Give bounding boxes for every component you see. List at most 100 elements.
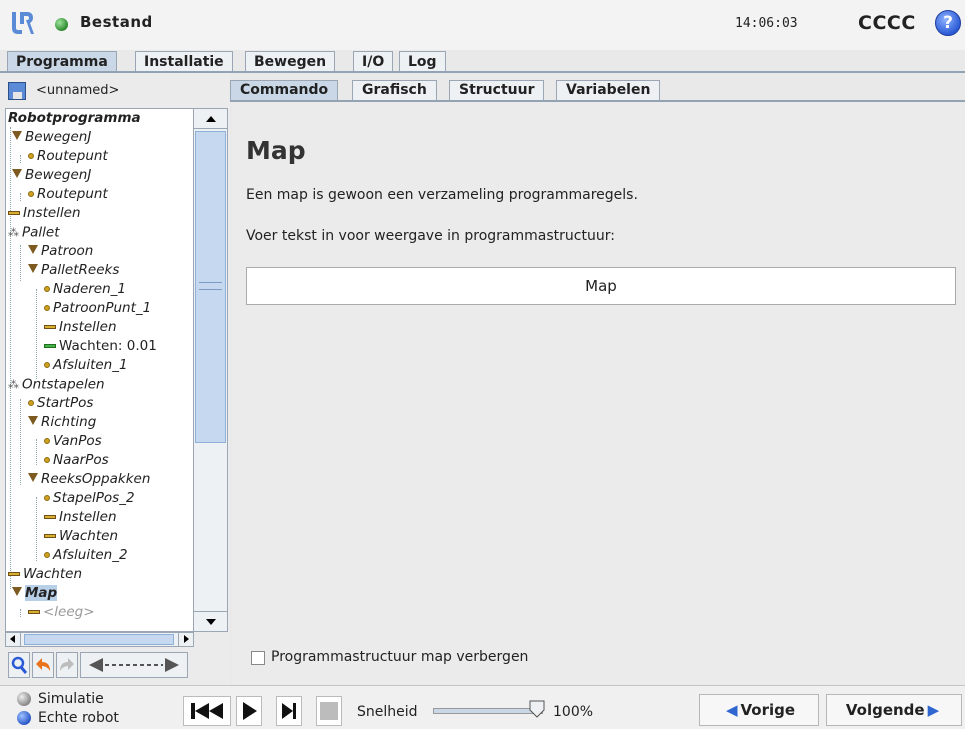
scroll-thumb[interactable] <box>195 131 226 443</box>
tree-connector <box>20 609 21 617</box>
waypoint-icon <box>28 400 34 406</box>
tree-node[interactable]: Instellen <box>44 318 117 337</box>
rewind-button[interactable] <box>183 696 231 726</box>
page-title: Map <box>246 136 306 165</box>
tree-node[interactable]: PalletReeks <box>28 261 119 280</box>
tree-node[interactable]: <leeg> <box>28 603 95 622</box>
speed-slider[interactable] <box>433 708 543 714</box>
tab-graphics[interactable]: Grafisch <box>352 80 437 101</box>
waypoint-icon <box>44 305 50 311</box>
folder-name-input[interactable]: Map <box>246 267 956 305</box>
tree-node[interactable]: Naderen_1 <box>44 280 126 299</box>
real-robot-label[interactable]: Echte robot <box>38 710 119 726</box>
tree-connector <box>36 497 37 561</box>
top-bar: Bestand 14:06:03 CCCC ? <box>0 0 965 50</box>
tree-node[interactable]: Afsluiten_2 <box>44 546 128 565</box>
tree-horizontal-scrollbar[interactable] <box>5 632 194 647</box>
tree-node[interactable]: ⁂ Ontstapelen <box>8 375 105 394</box>
tree-node[interactable]: StartPos <box>28 394 93 413</box>
tab-variables[interactable]: Variabelen <box>556 80 661 101</box>
tab-program[interactable]: Programma <box>7 51 117 72</box>
tree-node[interactable]: Patroon <box>28 242 93 261</box>
tab-command[interactable]: Commando <box>230 80 339 101</box>
speed-value: 100% <box>553 704 594 720</box>
set-icon <box>8 211 20 215</box>
tree-node[interactable]: BewegenJ <box>12 166 91 185</box>
tree-node-selected[interactable]: Map <box>12 584 58 603</box>
tree-connector <box>20 155 21 163</box>
move-arrows-icon <box>89 658 179 672</box>
waypoint-icon <box>44 438 50 444</box>
set-icon <box>44 534 56 538</box>
tree-node[interactable]: Richting <box>28 413 96 432</box>
move-icon <box>28 473 38 482</box>
speed-slider-thumb[interactable] <box>528 700 546 718</box>
tree-node[interactable]: Instellen <box>8 204 81 223</box>
tree-node-root[interactable]: Robotprogramma <box>8 109 141 128</box>
menu-file[interactable]: Bestand <box>80 13 153 31</box>
search-button[interactable] <box>8 652 30 678</box>
tree-node[interactable]: NaarPos <box>44 451 109 470</box>
play-button[interactable] <box>236 696 262 726</box>
tree-connector <box>20 245 21 281</box>
program-tree[interactable]: Robotprogramma BewegenJ Routepunt Bewege… <box>5 108 194 632</box>
move-icon <box>28 245 38 254</box>
hide-structure-label[interactable]: Programmastructuur map verbergen <box>271 649 528 665</box>
scroll-right-button[interactable] <box>178 633 193 646</box>
waypoint-icon <box>44 495 50 501</box>
hide-structure-checkbox[interactable] <box>251 651 265 665</box>
tab-structure[interactable]: Structuur <box>449 80 545 101</box>
folder-icon <box>12 587 22 596</box>
next-button[interactable]: Volgende ▶ <box>826 694 962 726</box>
simulation-label[interactable]: Simulatie <box>38 691 104 707</box>
tree-node[interactable]: Wachten <box>8 565 82 584</box>
save-icon[interactable] <box>8 82 26 100</box>
tree-connector <box>36 439 37 465</box>
set-icon <box>44 515 56 519</box>
redo-button[interactable] <box>56 652 78 678</box>
scroll-left-button[interactable] <box>6 633 21 646</box>
previous-button[interactable]: ◀ Vorige <box>699 694 819 726</box>
move-icon <box>28 264 38 273</box>
folder-name-label: Voer tekst in voor weergave in programma… <box>246 228 615 244</box>
tree-connector <box>20 193 21 201</box>
tree-node[interactable]: Instellen <box>44 508 117 527</box>
move-icon <box>12 131 22 140</box>
tab-installation[interactable]: Installatie <box>135 51 233 72</box>
help-icon[interactable]: ? <box>935 10 961 36</box>
set-icon <box>28 610 40 614</box>
tab-move[interactable]: Bewegen <box>245 51 336 72</box>
redo-icon <box>60 658 74 671</box>
tree-node[interactable]: Wachten: 0.01 <box>44 337 157 356</box>
tree-connector <box>10 127 11 589</box>
ur-logo-icon <box>12 12 34 34</box>
tree-vertical-scrollbar[interactable] <box>193 108 228 632</box>
scroll-thumb[interactable] <box>24 634 174 645</box>
move-node-button[interactable] <box>80 652 188 678</box>
tab-log[interactable]: Log <box>399 51 446 72</box>
scroll-up-button[interactable] <box>194 109 227 129</box>
tree-node[interactable]: Routepunt <box>28 185 108 204</box>
tree-node[interactable]: PatroonPunt_1 <box>44 299 151 318</box>
tree-node[interactable]: ReeksOppakken <box>28 470 150 489</box>
tree-node[interactable]: Routepunt <box>28 147 108 166</box>
tree-node[interactable]: Wachten <box>44 527 118 546</box>
tree-node[interactable]: Afsluiten_1 <box>44 356 128 375</box>
scroll-down-button[interactable] <box>194 611 227 631</box>
step-button[interactable] <box>276 696 302 726</box>
bottom-bar <box>0 685 965 729</box>
move-icon <box>28 416 38 425</box>
wait-icon <box>44 344 56 348</box>
tab-io[interactable]: I/O <box>353 51 394 72</box>
sub-tab-divider <box>230 100 965 102</box>
tree-node[interactable]: StapelPos_2 <box>44 489 135 508</box>
tree-node[interactable]: ⁂ Pallet <box>8 223 60 242</box>
undo-button[interactable] <box>32 652 54 678</box>
speed-label: Snelheid <box>357 704 418 720</box>
stop-button[interactable] <box>316 696 342 726</box>
tree-node[interactable]: VanPos <box>44 432 102 451</box>
real-robot-radio[interactable] <box>17 711 31 725</box>
arrow-left-icon: ◀ <box>725 701 738 719</box>
tree-node[interactable]: BewegenJ <box>12 128 91 147</box>
simulation-radio[interactable] <box>17 692 31 706</box>
